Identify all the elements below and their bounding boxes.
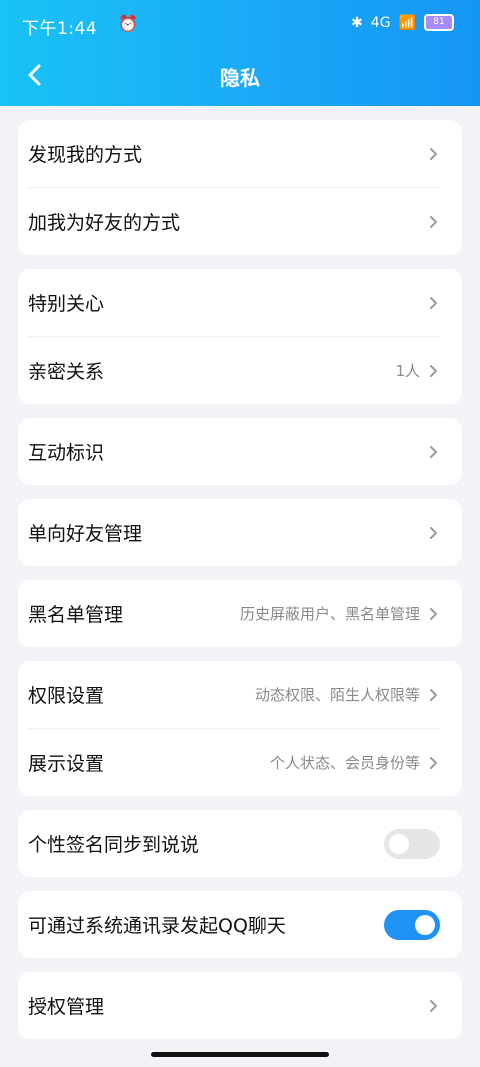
chevron-right-icon	[430, 215, 437, 228]
status-time: 下午1:44	[22, 19, 98, 39]
header: 下午1:44 ⏰ ✱ 4G 📶 81 隐私	[0, 0, 480, 106]
toggle-knob	[389, 833, 409, 854]
item-meta: 历史屏蔽用户、黑名单管理	[240, 603, 440, 624]
item-label: 个性签名同步到说说	[28, 834, 200, 856]
settings-item-display[interactable]: 展示设置 个人状态、会员身份等	[18, 729, 462, 796]
item-meta	[426, 215, 440, 229]
status-bar: 下午1:44 ⏰ ✱ 4G 📶 81	[0, 0, 480, 48]
settings-item-permissions[interactable]: 权限设置 动态权限、陌生人权限等	[18, 661, 462, 728]
item-label: 单向好友管理	[28, 523, 143, 545]
item-meta	[426, 526, 440, 540]
item-value: 个人状态、会员身份等	[269, 754, 420, 772]
toggle-knob	[415, 914, 435, 935]
signature-sync-toggle[interactable]	[384, 828, 440, 859]
settings-item-blacklist[interactable]: 黑名单管理 历史屏蔽用户、黑名单管理	[18, 580, 462, 647]
wifi-icon: 📶	[398, 14, 416, 31]
item-label: 互动标识	[28, 442, 105, 464]
settings-list: 发现我的方式 加我为好友的方式 特别关心 亲密关系 1人 互动标识 单向好友管理…	[18, 120, 462, 1053]
battery-level: 81	[433, 17, 445, 27]
item-label: 授权管理	[28, 996, 105, 1018]
settings-item-special-care[interactable]: 特别关心	[18, 269, 462, 336]
settings-item-find-me[interactable]: 发现我的方式	[18, 120, 462, 187]
home-indicator[interactable]	[151, 1052, 329, 1057]
item-meta	[426, 445, 440, 459]
item-value: 历史屏蔽用户、黑名单管理	[239, 605, 420, 623]
item-label: 发现我的方式	[28, 144, 143, 166]
item-label: 亲密关系	[28, 361, 105, 383]
page-title: 隐私	[220, 66, 260, 90]
item-label: 展示设置	[28, 753, 105, 775]
item-value: 动态权限、陌生人权限等	[254, 686, 420, 704]
contacts-chat-toggle[interactable]	[384, 909, 440, 940]
chevron-right-icon	[430, 688, 437, 701]
chevron-right-icon	[430, 147, 437, 160]
item-meta: 个人状态、会员身份等	[270, 752, 440, 773]
battery-icon: 81	[424, 14, 454, 31]
item-label: 可通过系统通讯录发起QQ聊天	[28, 915, 286, 937]
settings-item-one-way-friends[interactable]: 单向好友管理	[18, 499, 462, 566]
section-one-way: 单向好友管理	[18, 499, 462, 566]
chevron-right-icon	[430, 526, 437, 539]
section-interaction: 互动标识	[18, 418, 462, 485]
section-permissions: 权限设置 动态权限、陌生人权限等 展示设置 个人状态、会员身份等	[18, 661, 462, 796]
item-label: 特别关心	[28, 293, 105, 315]
section-discover: 发现我的方式 加我为好友的方式	[18, 120, 462, 255]
chevron-right-icon	[430, 296, 437, 309]
bluetooth-icon: ✱	[351, 14, 363, 31]
section-contacts-chat: 可通过系统通讯录发起QQ聊天	[18, 891, 462, 958]
chevron-right-icon	[430, 607, 437, 620]
chevron-right-icon	[430, 445, 437, 458]
alarm-icon: ⏰	[118, 14, 138, 33]
section-signature-sync: 个性签名同步到说说	[18, 810, 462, 877]
settings-item-intimate[interactable]: 亲密关系 1人	[18, 337, 462, 404]
section-authorization: 授权管理	[18, 972, 462, 1039]
status-right: ✱ 4G 📶 81	[351, 14, 454, 31]
item-value: 1人	[395, 362, 420, 380]
settings-item-add-friend[interactable]: 加我为好友的方式	[18, 188, 462, 255]
signal-icon: 4G	[370, 14, 391, 31]
settings-item-authorization[interactable]: 授权管理	[18, 972, 462, 1039]
item-label: 黑名单管理	[28, 604, 124, 626]
settings-item-interaction-mark[interactable]: 互动标识	[18, 418, 462, 485]
item-meta: 动态权限、陌生人权限等	[255, 684, 440, 705]
item-meta: 1人	[395, 360, 440, 381]
item-label: 加我为好友的方式	[28, 212, 181, 234]
section-blacklist: 黑名单管理 历史屏蔽用户、黑名单管理	[18, 580, 462, 647]
chevron-right-icon	[430, 999, 437, 1012]
item-meta	[426, 147, 440, 161]
item-meta	[426, 296, 440, 310]
chevron-right-icon	[430, 364, 437, 377]
settings-item-contacts-chat: 可通过系统通讯录发起QQ聊天	[18, 891, 462, 958]
item-meta	[426, 999, 440, 1013]
item-label: 权限设置	[28, 685, 105, 707]
chevron-right-icon	[430, 756, 437, 769]
settings-item-signature-sync: 个性签名同步到说说	[18, 810, 462, 877]
section-relations: 特别关心 亲密关系 1人	[18, 269, 462, 404]
